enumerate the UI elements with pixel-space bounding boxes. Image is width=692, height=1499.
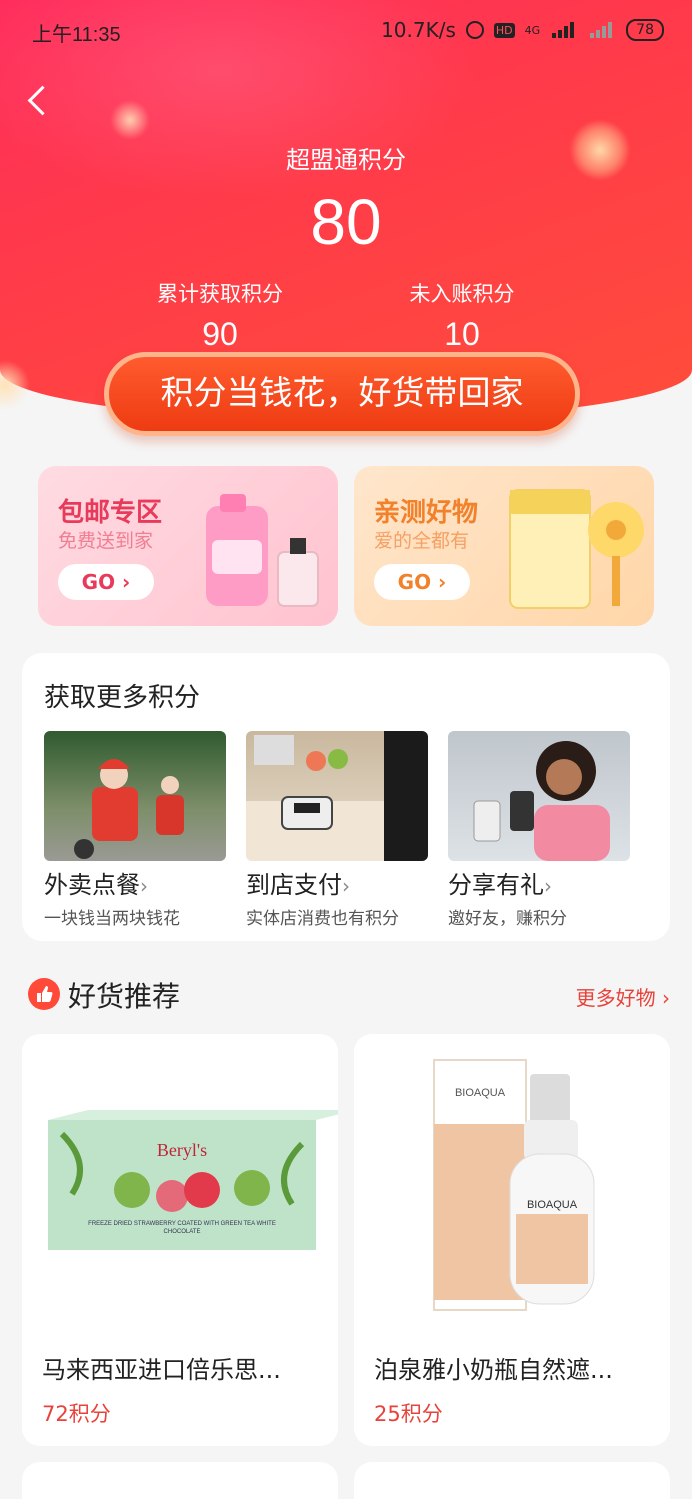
promo-title: 亲测好物 [374,498,479,528]
earn-item-desc: 一块钱当两块钱花 [44,909,180,929]
promo-go-button[interactable]: GO › [374,564,470,600]
stat-pending-label: 未入账积分 [409,282,515,306]
hd-icon: HD [493,22,515,38]
product-card[interactable]: BIOAQUA BIOAQUA 泊泉雅小奶瓶自然遮... 25积分 [354,1034,670,1446]
stat-pending: 未入账积分 10 [362,278,562,353]
go-label: GO [81,570,116,594]
section-title: 好货推荐 [68,980,181,1013]
network-type: 4G [524,23,541,37]
earn-item-name: 分享有礼› [448,871,552,899]
earn-item-takeout[interactable]: 外卖点餐› 一块钱当两块钱花 [44,731,226,929]
earn-item-name: 到店支付› [246,871,350,899]
product-brand-text: BIOAQUA [527,1199,578,1211]
product-brand-text: Beryl's [157,1140,207,1160]
earn-item-name: 外卖点餐› [44,871,148,899]
product-name: 马来西亚进口倍乐思... [42,1356,281,1384]
stat-pending-value: 10 [444,316,480,352]
decor-bokeh [0,360,30,410]
stat-total-label: 累计获取积分 [157,282,283,306]
product-card-partial[interactable] [354,1462,670,1499]
product-pack-text: FREEZE DRIED STRAWBERRY COATED WITH GREE… [88,1221,276,1235]
points-page: 上午11:35 10.7K/s HD 4G 78 超盟通积分 80 累计获取积分… [0,0,692,1499]
back-button[interactable] [26,84,54,118]
chevron-right-icon: › [662,986,670,1010]
signal-icon [552,22,575,38]
promo-title: 包邮专区 [58,498,163,528]
signal-icon-2 [590,22,613,38]
chevron-right-icon: › [342,874,350,898]
points-balance: 80 [310,186,382,258]
takeout-thumbnail [44,731,226,861]
chevron-right-icon: › [140,874,148,898]
product-card-partial[interactable] [22,1462,338,1499]
thumbs-up-icon [28,978,60,1010]
decor-bokeh [110,100,150,140]
earn-item-desc: 邀好友，赚积分 [448,909,567,929]
stat-total: 累计获取积分 90 [120,278,320,353]
slogan-banner: 积分当钱花，好货带回家 [104,352,580,436]
chevron-right-icon: › [544,874,552,898]
status-time: 上午11:35 [32,24,121,46]
go-label: GO [397,570,432,594]
alarm-icon [465,21,484,39]
promo-subtitle: 爱的全都有 [374,530,470,552]
earn-item-desc: 实体店消费也有积分 [246,909,399,929]
product-image: BIOAQUA BIOAQUA [354,1034,670,1334]
share-thumbnail [448,731,630,861]
earn-item-share[interactable]: 分享有礼› 邀好友，赚积分 [448,731,630,929]
product-card[interactable]: Beryl's FREEZE DRIED STRAWBERRY COATED W… [22,1034,338,1446]
net-speed: 10.7K/s [381,18,456,42]
promo-go-button[interactable]: GO › [58,564,154,600]
battery-indicator: 78 [626,19,664,41]
page-title: 超盟通积分 [286,146,406,174]
more-goods-link[interactable]: 更多好物 › [576,982,670,1011]
promo-tested-goods[interactable]: 亲测好物 爱的全都有 GO › [354,466,654,626]
earn-points-section: 获取更多积分 外卖点餐› 一块钱当两块钱花 到店支付› 实体店消费也有积分 分享… [22,653,670,941]
product-price: 25积分 [374,1402,443,1426]
product-name: 泊泉雅小奶瓶自然遮... [374,1356,613,1384]
promo-subtitle: 免费送到家 [58,530,154,552]
snack-fan-image [509,489,644,609]
product-price: 72积分 [42,1402,111,1426]
product-image: Beryl's FREEZE DRIED STRAWBERRY COATED W… [22,1034,338,1334]
stat-total-value: 90 [202,316,238,352]
earn-item-instore[interactable]: 到店支付› 实体店消费也有积分 [246,731,428,929]
section-title: 获取更多积分 [44,683,201,713]
product-brand-text: BIOAQUA [455,1087,506,1099]
promo-free-shipping[interactable]: 包邮专区 免费送到家 GO › [38,466,338,626]
status-bar: 上午11:35 10.7K/s HD 4G 78 [0,0,692,62]
softener-bottle-image [206,494,319,607]
instore-thumbnail [246,731,428,861]
